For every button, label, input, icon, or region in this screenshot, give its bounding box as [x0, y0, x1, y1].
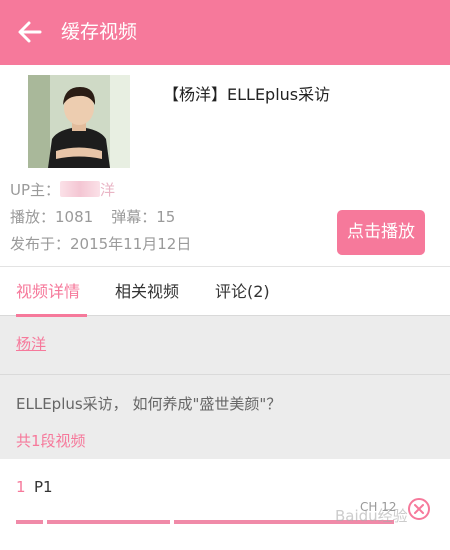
play-button[interactable]: 点击播放 — [337, 210, 425, 255]
watermark: Baidu经验 — [335, 507, 408, 525]
video-description: ELLEplus采访， 如何养成"盛世美颜"？ — [16, 395, 282, 413]
arrow-left-icon — [18, 21, 42, 43]
top-app-bar: 缓存视频 — [0, 0, 450, 65]
publish-date: 发布于：2015年11月12日 — [10, 235, 192, 253]
tab-comments[interactable]: 评论(2) — [215, 267, 270, 316]
play-count: 播放：1081 — [10, 208, 94, 226]
tab-bar: 视频详情 相关视频 评论(2) — [0, 266, 450, 317]
close-circle-icon — [408, 498, 430, 520]
video-thumbnail[interactable] — [28, 75, 130, 168]
danmaku-count: 弹幕：15 — [111, 208, 176, 226]
thumbnail-image — [28, 75, 130, 168]
segments-count: 共1段视频 — [16, 432, 86, 450]
divider — [0, 374, 450, 375]
tab-related-videos[interactable]: 相关视频 — [115, 267, 179, 316]
back-button[interactable] — [16, 18, 44, 46]
part-index: 1 — [16, 478, 26, 496]
tab-video-details[interactable]: 视频详情 — [16, 267, 80, 316]
active-tab-indicator — [16, 314, 87, 317]
uploader-link[interactable]: 杨洋 — [16, 333, 46, 355]
download-progress-segment — [47, 520, 170, 524]
delete-button[interactable] — [407, 497, 431, 521]
download-progress-segment — [16, 520, 43, 524]
video-info-panel: 【杨洋】ELLEplus采访 UP主： 洋 播放：1081 弹幕：15 发布于：20… — [0, 65, 450, 266]
video-stats: 播放：1081 弹幕：15 — [10, 206, 175, 228]
video-part-item[interactable]: 1 P1 CH 12 Baidu经验 — [0, 459, 450, 550]
uploader-info: UP主： 洋 — [10, 179, 115, 201]
uploader-name-visible: 洋 — [100, 181, 116, 199]
part-name: P1 — [34, 478, 53, 496]
uploader-label: UP主： — [10, 181, 61, 199]
video-title: 【杨洋】ELLEplus采访 — [163, 85, 331, 104]
page-title: 缓存视频 — [61, 21, 138, 43]
blurred-uploader-name — [60, 181, 101, 197]
